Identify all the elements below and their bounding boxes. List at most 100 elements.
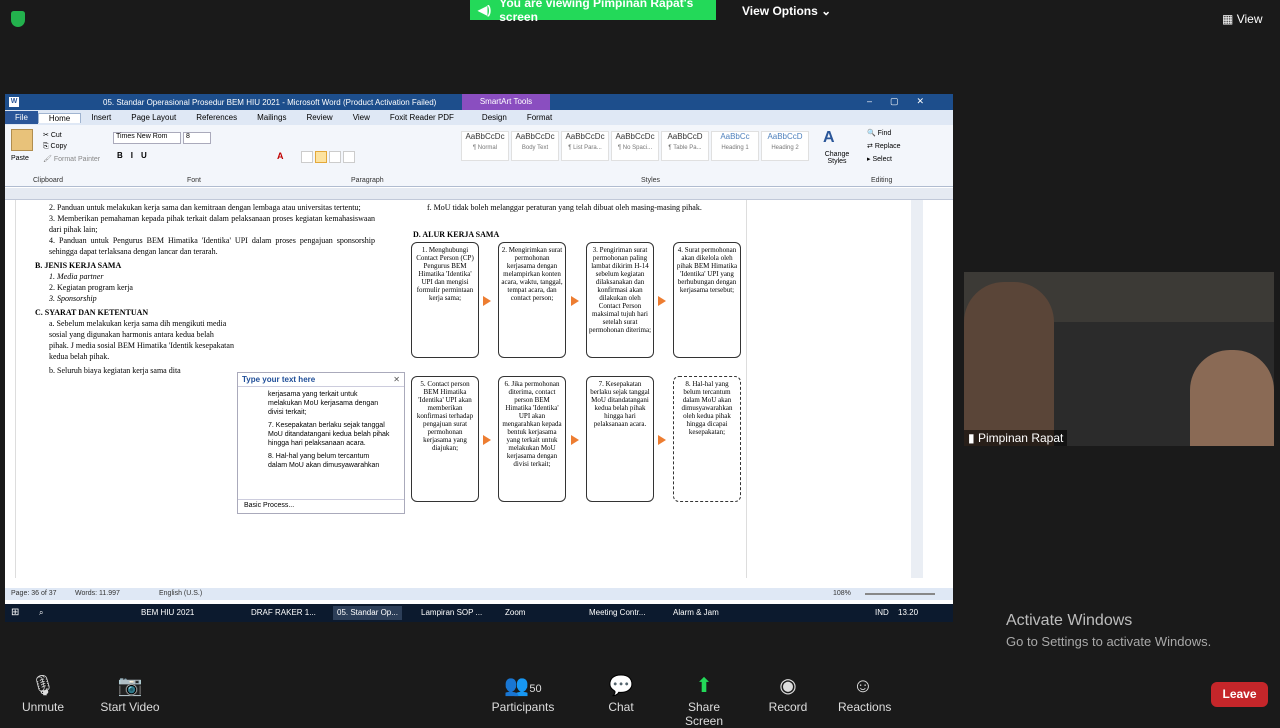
tab-format[interactable]: Format <box>517 113 562 122</box>
paste-icon[interactable] <box>11 129 33 151</box>
tab-view[interactable]: View <box>343 113 380 122</box>
chevron-down-icon: ⌄ <box>821 4 832 18</box>
windows-start-icon[interactable]: ⊞ <box>11 606 19 620</box>
style-heading-1[interactable]: AaBbCc Heading 1 <box>711 131 759 161</box>
clipboard-group-label: Clipboard <box>33 177 63 184</box>
view-options-button[interactable]: View Options ⌄ <box>742 4 831 18</box>
leave-button[interactable]: Leave <box>1211 682 1268 707</box>
smartart-step-7[interactable]: 7. Kesepakatan berlaku sejak tanggal MoU… <box>586 376 654 502</box>
smartart-step-1[interactable]: 1. Menghubungi Contact Person (CP) Pengu… <box>411 242 479 358</box>
window-controls[interactable]: –▢✕ <box>867 96 942 107</box>
close-icon[interactable]: ✕ <box>393 375 400 384</box>
basic-process-link[interactable]: Basic Process... <box>238 499 404 513</box>
text-pane-line[interactable]: kerjasama yang terkait untuk melakukan M… <box>268 390 390 417</box>
taskbar-alarm[interactable]: Alarm & Jam <box>673 606 719 620</box>
smartart-step-5[interactable]: 5. Contact person BEM Himatika 'Identika… <box>411 376 479 502</box>
font-color-icon[interactable]: A <box>277 151 284 161</box>
taskbar-meeting-controls[interactable]: Meeting Contr... <box>589 606 645 620</box>
change-styles-button[interactable]: Change Styles <box>821 151 853 165</box>
font-name-select[interactable]: Times New Rom <box>113 132 181 144</box>
smartart-tools-label: SmartArt Tools <box>462 94 550 110</box>
participants-button[interactable]: 👥50 Participants <box>490 674 556 714</box>
activate-windows-title: Activate Windows <box>1006 612 1133 629</box>
copy-button[interactable]: ⎘ Copy <box>43 143 67 151</box>
security-shield-icon[interactable] <box>11 11 25 27</box>
paragraph-group-label: Paragraph <box>351 177 384 184</box>
replace-button[interactable]: ⇄ Replace <box>867 142 901 150</box>
tray-language[interactable]: IND <box>875 606 889 620</box>
smartart-step-3[interactable]: 3. Pengiriman surat permohonan paling la… <box>586 242 654 358</box>
tab-page-layout[interactable]: Page Layout <box>121 113 186 122</box>
chat-button[interactable]: 💬 Chat <box>604 674 638 714</box>
language-indicator[interactable]: English (U.S.) <box>159 590 202 597</box>
doc-c-b: b. Seluruh biaya kegiatan kerja sama dit… <box>49 366 181 375</box>
share-screen-button[interactable]: ⬆ Share Screen <box>670 674 738 728</box>
tab-insert[interactable]: Insert <box>81 113 121 122</box>
style-body-text[interactable]: AaBbCcDc Body Text <box>511 131 559 161</box>
status-bar: Page: 36 of 37 Words: 11.997 English (U.… <box>5 588 953 600</box>
font-size-select[interactable]: 8 <box>183 132 211 144</box>
doc-item-2: 2. Panduan untuk melakukan kerja sama da… <box>49 203 361 212</box>
font-format-buttons[interactable]: BIU <box>117 151 155 160</box>
arrow-icon <box>571 296 579 306</box>
select-button[interactable]: ▸ Select <box>867 155 892 163</box>
font-group-label: Font <box>187 177 202 184</box>
word-count[interactable]: Words: 11.997 <box>75 590 120 597</box>
zoom-slider[interactable] <box>865 593 935 595</box>
taskbar-zoom[interactable]: Zoom <box>505 606 525 620</box>
page-count[interactable]: Page: 36 of 37 <box>11 590 57 597</box>
style-no-spacing[interactable]: AaBbCcDc ¶ No Spaci... <box>611 131 659 161</box>
participant-video[interactable] <box>964 272 1274 446</box>
doc-item-3: 3. Memberikan pemahaman kepada pihak ter… <box>49 214 375 234</box>
smartart-step-8-selected[interactable]: 8. Hal-hal yang belum tercantum dalam Mo… <box>673 376 741 502</box>
tab-mailings[interactable]: Mailings <box>247 113 296 122</box>
style-list-para[interactable]: AaBbCcDc ¶ List Para... <box>561 131 609 161</box>
smiley-icon: ☺ <box>852 675 874 697</box>
taskbar-bem-hiu[interactable]: BEM HIU 2021 <box>141 606 194 620</box>
start-video-button[interactable]: 📷 Start Video <box>100 674 160 714</box>
tray-clock[interactable]: 13.20 <box>898 606 918 620</box>
taskbar-draf-raker[interactable]: DRAF RAKER 1... <box>251 606 316 620</box>
tab-references[interactable]: References <box>186 113 247 122</box>
format-painter-button[interactable]: 🖌 Format Painter <box>43 155 100 163</box>
style-table-para[interactable]: AaBbCcD ¶ Table Pa... <box>661 131 709 161</box>
heading-d: D. ALUR KERJA SAMA <box>413 230 500 239</box>
change-styles-icon[interactable]: A <box>823 129 835 147</box>
share-screen-icon: ⬆ <box>695 675 713 697</box>
smartart-step-4[interactable]: 4. Surat permohonan akan dikelola oleh p… <box>673 242 741 358</box>
text-pane-line[interactable]: 8. Hal-hal yang belum tercantum dalam Mo… <box>268 452 390 470</box>
find-button[interactable]: 🔍 Find <box>867 129 891 137</box>
tab-review[interactable]: Review <box>296 113 342 122</box>
reactions-button[interactable]: ☺ Reactions <box>838 674 891 714</box>
style-heading-2[interactable]: AaBbCcD Heading 2 <box>761 131 809 161</box>
signal-icon: ▮ <box>968 431 975 445</box>
tab-foxit[interactable]: Foxit Reader PDF <box>380 113 464 122</box>
chat-icon: 💬 <box>608 675 634 697</box>
smartart-step-6[interactable]: 6. Jika permohonan diterima, contact per… <box>498 376 566 502</box>
horizontal-ruler[interactable] <box>5 188 953 200</box>
taskbar-word-sop[interactable]: 05. Standar Op... <box>333 606 402 620</box>
view-button[interactable]: ▦ View <box>1222 12 1262 26</box>
tab-design[interactable]: Design <box>472 113 517 122</box>
text-pane-line[interactable]: 7. Kesepakatan berlaku sejak tanggal MoU… <box>268 421 390 448</box>
person-left <box>964 282 1054 446</box>
document-area[interactable]: 2. Panduan untuk melakukan kerja sama da… <box>5 200 953 578</box>
unmute-button[interactable]: 🎙 Unmute <box>18 674 68 714</box>
tab-home[interactable]: Home <box>37 112 82 123</box>
style-normal[interactable]: AaBbCcDc ¶ Normal <box>461 131 509 161</box>
person-right <box>1190 350 1274 446</box>
arrow-icon <box>483 296 491 306</box>
vertical-scrollbar[interactable] <box>911 200 923 578</box>
zoom-level[interactable]: 108% <box>833 590 851 597</box>
search-icon[interactable]: ⌕ <box>39 606 43 620</box>
cut-button[interactable]: ✂ Cut <box>43 131 62 139</box>
taskbar-lampiran[interactable]: Lampiran SOP ... <box>421 606 482 620</box>
video-off-icon: 📷 <box>117 675 143 697</box>
record-button[interactable]: ◉ Record <box>768 674 808 714</box>
paste-button[interactable]: Paste <box>11 155 29 162</box>
alignment-buttons[interactable] <box>301 151 361 163</box>
tab-file[interactable]: File <box>5 111 38 124</box>
smartart-text-pane[interactable]: Type your text here ✕ kerjasama yang ter… <box>237 372 405 514</box>
text-pane-list[interactable]: kerjasama yang terkait untuk melakukan M… <box>238 387 404 470</box>
smartart-step-2[interactable]: 2. Mengirimkan surat permohonan kerjasam… <box>498 242 566 358</box>
